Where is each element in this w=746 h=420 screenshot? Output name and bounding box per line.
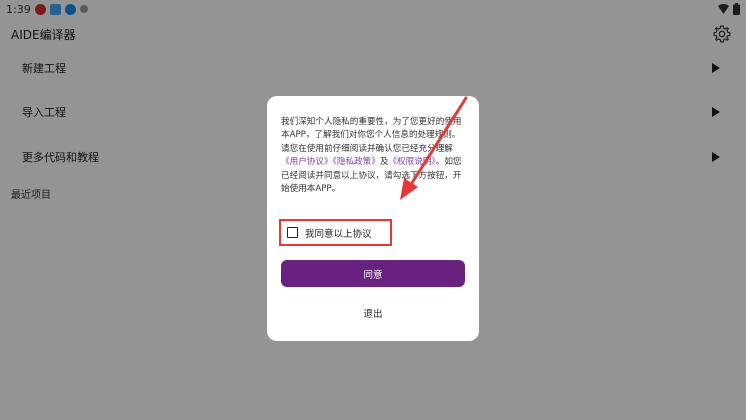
exit-button[interactable]: 退出 [281, 300, 465, 326]
privacy-dialog: 我们深知个人隐私的重要性，为了您更好的使用本APP，了解我们对你您个人信息的处理… [267, 96, 479, 341]
permission-link[interactable]: 《权限说明》 [388, 157, 435, 167]
agree-checkbox-label: 我同意以上协议 [305, 228, 372, 240]
agree-checkbox[interactable] [287, 227, 298, 238]
privacy-policy-link[interactable]: 《隐私政策》 [333, 157, 380, 167]
privacy-text-part: 我们深知个人隐私的重要性，为了您更好的使用本APP，了解我们对你您个人信息的处理… [281, 117, 462, 154]
privacy-text: 我们深知个人隐私的重要性，为了您更好的使用本APP，了解我们对你您个人信息的处理… [281, 116, 466, 196]
user-agreement-link[interactable]: 《用户协议》 [281, 157, 333, 167]
agree-button[interactable]: 同意 [281, 260, 465, 287]
agree-checkbox-row[interactable]: 我同意以上协议 [279, 219, 392, 246]
